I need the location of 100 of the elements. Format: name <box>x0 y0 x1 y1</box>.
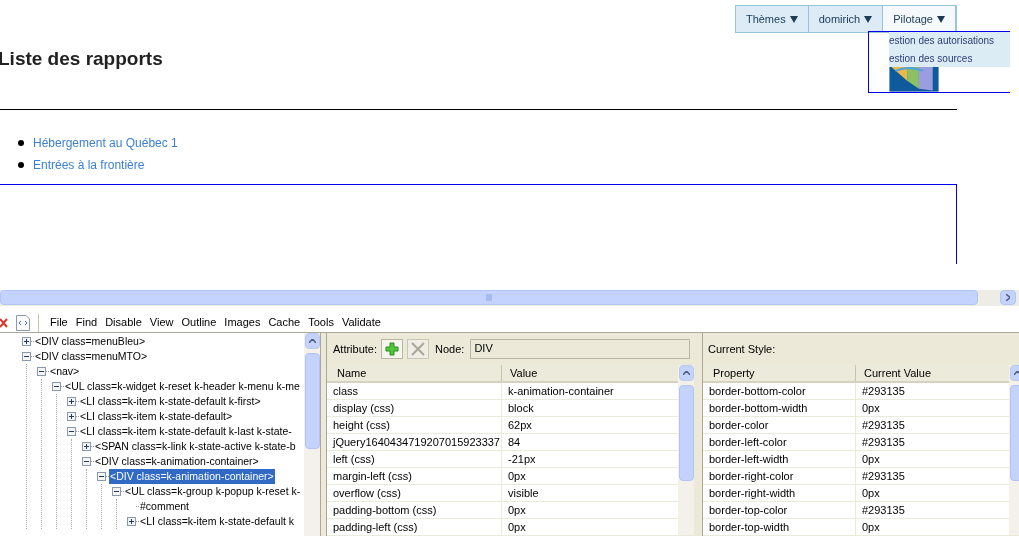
table-cell: class <box>327 383 502 399</box>
table-cell-text: 0px <box>861 452 881 467</box>
collapse-icon[interactable] <box>52 382 61 391</box>
expand-icon[interactable] <box>67 412 76 421</box>
current-style-label: Current Style: <box>708 341 776 357</box>
tree-node[interactable]: <DIV class=k-animation-container> <box>94 453 260 470</box>
collapse-icon[interactable] <box>82 457 91 466</box>
table-cell: border-color <box>703 417 856 433</box>
source-icon[interactable] <box>16 314 30 331</box>
page-title: Liste des rapports <box>0 47 163 71</box>
dropdown-item[interactable]: estion des autorisations <box>889 32 1010 50</box>
table-cell-text: #293135 <box>861 469 906 484</box>
scroll-up-icon[interactable] <box>308 339 316 343</box>
table-cell-text: 0px <box>507 469 527 484</box>
table-cell-text: 0px <box>507 520 527 535</box>
table-cell: border-left-width <box>703 451 856 467</box>
table-cell: jQuery1640434719207015923337 <box>327 434 502 450</box>
tree-node[interactable]: <UL class=k-widget k-reset k-header k-menu k-me <box>64 378 301 395</box>
collapse-icon[interactable] <box>112 487 121 496</box>
table-cell-text: 0px <box>861 520 881 535</box>
tree-node[interactable]: <DIV class=k-animation-container> <box>109 468 275 485</box>
add-button[interactable] <box>381 339 404 359</box>
column-header[interactable]: Value <box>502 365 678 381</box>
expand-icon[interactable] <box>127 517 136 526</box>
column-header[interactable]: Current Value <box>856 365 1009 381</box>
collapse-icon[interactable] <box>37 367 46 376</box>
caret-icon <box>937 15 945 23</box>
table-cell: border-bottom-color <box>703 383 856 399</box>
horizontal-scrollbar[interactable] <box>0 290 978 305</box>
table-cell-text: 0px <box>861 486 881 501</box>
table-cell: border-top-width <box>703 519 856 535</box>
scroll-up-icon[interactable] <box>682 371 690 375</box>
menu-tab[interactable]: domirich <box>808 6 884 32</box>
scroll-right-button[interactable] <box>1000 290 1016 305</box>
node-field[interactable]: DIV <box>470 339 691 359</box>
tree-node[interactable]: <nav> <box>49 363 81 380</box>
bullet-icon <box>18 140 24 146</box>
tree-node[interactable]: <LI class=k-item k-state-default k <box>139 513 296 530</box>
collapse-icon[interactable] <box>67 427 76 436</box>
menu-item[interactable]: Validate <box>337 314 385 331</box>
scroll-up-icon[interactable] <box>1013 371 1019 375</box>
table-cell: height (css) <box>327 417 502 433</box>
expand-icon[interactable] <box>67 397 76 406</box>
menu-item[interactable]: Disable <box>101 314 146 331</box>
tree-node[interactable]: <SPAN class=k-link k-state-active k-state-b <box>94 438 297 455</box>
tree-node[interactable]: <DIV class=menuMTO> <box>34 348 149 365</box>
table-cell-text: 84 <box>507 435 522 450</box>
table-cell-text: -21px <box>507 452 537 467</box>
menu-item[interactable]: Cache <box>264 314 305 331</box>
table-cell: border-top-color <box>703 502 856 518</box>
menu-tab[interactable]: Thèmes <box>735 6 809 32</box>
table-cell-text: 0px <box>861 401 881 416</box>
table-cell: display (css) <box>327 400 502 416</box>
report-link[interactable]: Hébergement au Québec 1 <box>33 134 178 152</box>
tree-node[interactable]: <LI class=k-item k-state-default k-last k-state- <box>79 423 293 440</box>
table-cell-text: visible <box>507 486 540 501</box>
table-cell-text: 0px <box>507 503 527 518</box>
table-cell-text: #293135 <box>861 418 906 433</box>
menu-item[interactable]: Images <box>220 314 265 331</box>
column-header[interactable]: Name <box>327 365 502 381</box>
tree-node[interactable]: <UL class=k-group k-popup k-reset k- <box>124 483 302 500</box>
grip-icon <box>485 294 493 301</box>
plus-icon <box>385 342 400 356</box>
tree-node[interactable]: <DIV class=menuBleu> <box>34 333 147 350</box>
table-cell: padding-left (css) <box>327 519 502 535</box>
menu-tab[interactable]: Pilotage <box>883 6 956 32</box>
attribute-label: Attribute: <box>333 341 378 357</box>
table-cell-text: 62px <box>507 418 533 433</box>
scrollbar[interactable] <box>678 365 694 535</box>
table-cell-text: #293135 <box>861 384 906 399</box>
table-cell-text: #293135 <box>861 435 906 450</box>
column-header[interactable]: Property <box>703 365 856 381</box>
node-label: Node: <box>435 341 465 357</box>
expand-icon[interactable] <box>22 337 31 346</box>
tree-node[interactable]: #comment <box>139 498 191 515</box>
menu-item[interactable]: View <box>145 314 178 331</box>
table-cell: border-right-color <box>703 468 856 484</box>
table-cell: border-right-width <box>703 485 856 501</box>
table-cell-text: k-animation-container <box>507 384 615 399</box>
expand-icon[interactable] <box>82 442 91 451</box>
table-cell: padding-bottom (css) <box>327 502 502 518</box>
report-link[interactable]: Entrées à la frontière <box>33 156 145 174</box>
table-cell-text: #293135 <box>861 503 906 518</box>
table-cell: border-left-color <box>703 434 856 450</box>
bullet-icon <box>18 162 24 168</box>
scrollbar[interactable] <box>304 333 320 536</box>
tree-node[interactable]: <LI class=k-item k-state-default k-first> <box>79 393 262 410</box>
collapse-icon[interactable] <box>97 472 106 481</box>
tree-node[interactable]: <LI class=k-item k-state-default> <box>79 408 234 425</box>
cross-icon <box>411 342 426 356</box>
table-cell: margin-left (css) <box>327 468 502 484</box>
collapse-icon[interactable] <box>22 352 31 361</box>
table-cell-text: block <box>507 401 535 416</box>
arrow-right-icon <box>1006 294 1010 301</box>
table-cell: left (css) <box>327 451 502 467</box>
menu-item[interactable]: Tools <box>304 314 338 331</box>
menu-item[interactable]: Find <box>71 314 102 331</box>
table-cell: border-bottom-width <box>703 400 856 416</box>
menu-item[interactable]: File <box>46 314 72 331</box>
menu-item[interactable]: Outline <box>177 314 221 331</box>
